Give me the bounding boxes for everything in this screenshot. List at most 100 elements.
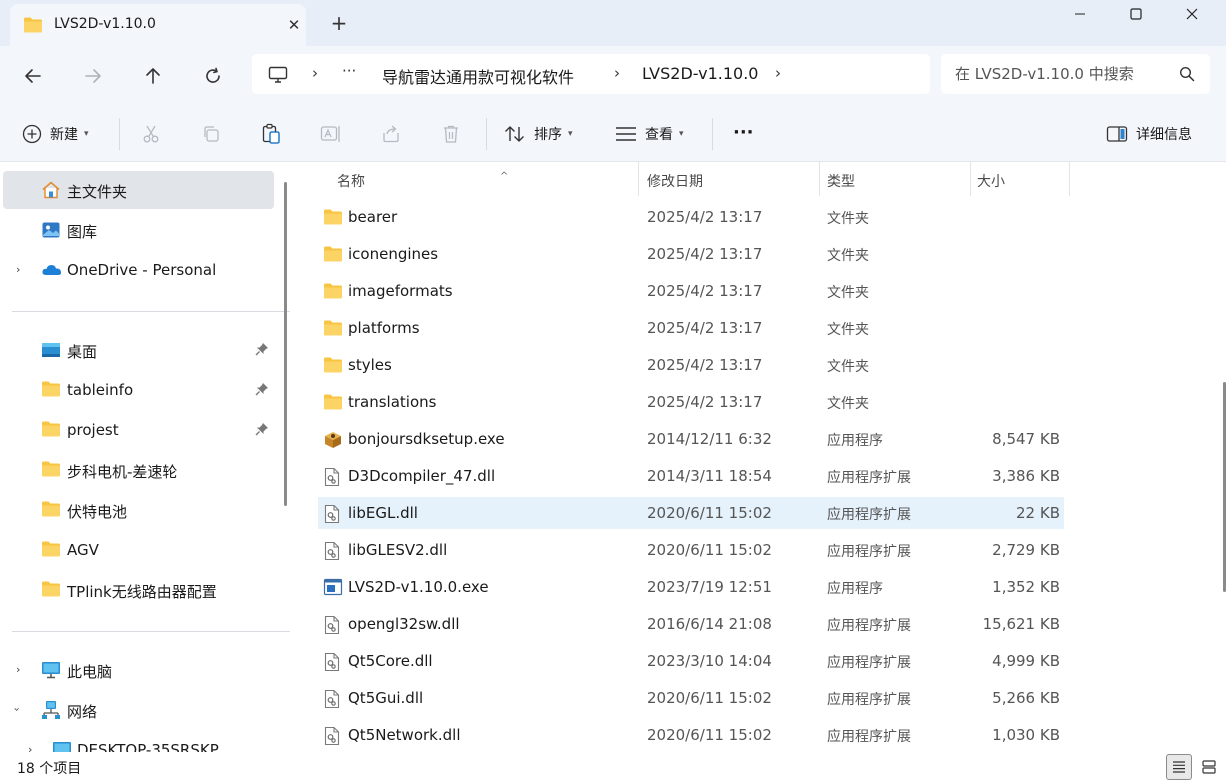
sidebar-item-desktop-pc[interactable]: › DESKTOP-35SRSKP	[0, 731, 274, 752]
minimize-button[interactable]	[1052, 0, 1108, 28]
pin-icon[interactable]	[255, 422, 269, 440]
file-type: 应用程序扩展	[827, 692, 911, 708]
view-label: 查看	[645, 127, 673, 143]
share-button[interactable]	[379, 122, 403, 146]
file-row[interactable]: platforms 2025/4/2 13:17 文件夹	[318, 312, 1064, 344]
forward-button[interactable]	[79, 62, 107, 90]
file-size: 22 KB	[1016, 504, 1060, 522]
file-row[interactable]: LVS2D-v1.10.0.exe 2023/7/19 12:51 应用程序 1,35…	[318, 571, 1064, 603]
new-tab-button[interactable]: +	[328, 12, 350, 34]
file-name: Qt5Core.dll	[348, 652, 433, 670]
search-icon[interactable]	[1179, 66, 1195, 86]
sort-button[interactable]: 排序 ▾	[504, 122, 573, 146]
maximize-icon	[1130, 8, 1142, 20]
file-row[interactable]: libGLESV2.dll 2020/6/11 15:02 应用程序扩展 2,729 …	[318, 534, 1064, 566]
file-row[interactable]: bonjoursdksetup.exe 2014/12/11 6:32 应用程序 8,…	[318, 423, 1064, 455]
arrow-right-icon	[85, 69, 101, 83]
sidebar-item-desktop[interactable]: 桌面	[0, 331, 274, 369]
desktop-icon	[41, 340, 61, 360]
folder-icon	[323, 245, 343, 265]
paste-button[interactable]	[259, 122, 283, 146]
search-input[interactable]	[955, 62, 1175, 86]
back-button[interactable]	[19, 62, 47, 90]
chevron-right-icon[interactable]: ›	[16, 263, 20, 276]
column-header-label: 大小	[977, 174, 1005, 190]
breadcrumb-separator[interactable]: ›	[775, 64, 781, 82]
file-modified: 2025/4/2 13:17	[647, 208, 763, 226]
file-list: 名称 ^ 修改日期 类型 大小 bearer 2025/4/2 13:17 文件夹 i…	[298, 162, 1226, 752]
sidebar-item-agv[interactable]: AGV	[0, 531, 274, 569]
search-box[interactable]	[941, 54, 1210, 94]
file-row[interactable]: iconengines 2025/4/2 13:17 文件夹	[318, 238, 1064, 270]
sidebar-item-onedrive[interactable]: › OneDrive - Personal	[0, 251, 274, 289]
sidebar-item-motor[interactable]: 步科电机-差速轮	[0, 451, 274, 489]
file-row[interactable]: Qt5Network.dll 2020/6/11 15:02 应用程序扩展 1,030…	[318, 719, 1064, 751]
folder-icon	[323, 393, 343, 413]
details-label: 详细信息	[1136, 127, 1192, 143]
breadcrumb-overflow[interactable]: ···	[342, 62, 356, 80]
file-row[interactable]: libEGL.dll 2020/6/11 15:02 应用程序扩展 22 KB	[318, 497, 1064, 529]
close-window-button[interactable]	[1164, 0, 1220, 28]
sidebar-item-tplink[interactable]: TPlink无线路由器配置	[0, 571, 274, 609]
folder-icon	[41, 540, 61, 560]
delete-button[interactable]	[439, 122, 463, 146]
cut-button[interactable]	[139, 122, 163, 146]
file-type: 文件夹	[827, 322, 869, 338]
address-bar[interactable]: › ··· 导航雷达通用款可视化软件 › LVS2D-v1.10.0 ›	[252, 54, 930, 94]
breadcrumb-separator[interactable]: ›	[614, 64, 620, 82]
close-tab-button[interactable]: ✕	[282, 13, 306, 37]
column-header-name[interactable]: 名称 ^	[318, 162, 638, 196]
file-row[interactable]: imageformats 2025/4/2 13:17 文件夹	[318, 275, 1064, 307]
file-row[interactable]: styles 2025/4/2 13:17 文件夹	[318, 349, 1064, 381]
more-options-button[interactable]: ···	[733, 120, 754, 144]
column-divider[interactable]	[1069, 162, 1070, 196]
details-pane-button[interactable]: 详细信息	[1106, 122, 1192, 146]
chevron-right-icon[interactable]: ›	[16, 663, 20, 676]
sidebar-item-network[interactable]: › 网络	[0, 691, 274, 729]
column-header-label: 类型	[827, 174, 855, 190]
view-button[interactable]: 查看 ▾	[615, 122, 684, 146]
sidebar-item-label: AGV	[67, 541, 99, 559]
column-header-size[interactable]: 大小	[971, 162, 1069, 196]
file-row[interactable]: opengl32sw.dll 2016/6/14 21:08 应用程序扩展 15,62…	[318, 608, 1064, 640]
sidebar-item-home[interactable]: 主文件夹	[3, 171, 274, 209]
pin-icon[interactable]	[255, 382, 269, 400]
file-name: LVS2D-v1.10.0.exe	[348, 578, 489, 596]
breadcrumb-current[interactable]: LVS2D-v1.10.0	[642, 64, 758, 83]
tab-active[interactable]: LVS2D-v1.10.0 ✕	[10, 4, 306, 46]
rename-button[interactable]	[319, 122, 343, 146]
chevron-down-icon[interactable]: ›	[11, 707, 24, 711]
tiles-view-button[interactable]	[1196, 754, 1222, 780]
sidebar-scrollbar[interactable]	[284, 182, 287, 506]
sidebar-item-battery[interactable]: 伏特电池	[0, 491, 274, 529]
copy-button[interactable]	[199, 122, 223, 146]
file-row[interactable]: translations 2025/4/2 13:17 文件夹	[318, 386, 1064, 418]
file-name: bearer	[348, 208, 398, 226]
sidebar-item-projest[interactable]: projest	[0, 411, 274, 449]
details-view-button[interactable]	[1166, 754, 1192, 780]
installer-icon	[323, 430, 343, 450]
column-header-type[interactable]: 类型	[820, 162, 970, 196]
maximize-button[interactable]	[1108, 0, 1164, 28]
chevron-right-icon[interactable]: ›	[28, 743, 32, 752]
up-button[interactable]	[139, 62, 167, 90]
file-row[interactable]: D3Dcompiler_47.dll 2014/3/11 18:54 应用程序扩展 3…	[318, 460, 1064, 492]
refresh-button[interactable]	[199, 62, 227, 90]
sidebar-item-gallery[interactable]: 图库	[0, 211, 274, 249]
breadcrumb-parent[interactable]: 导航雷达通用款可视化软件	[382, 64, 574, 88]
column-header-modified[interactable]: 修改日期	[639, 162, 819, 196]
file-name: opengl32sw.dll	[348, 615, 460, 633]
file-row[interactable]: bearer 2025/4/2 13:17 文件夹	[318, 201, 1064, 233]
file-size: 3,386 KB	[992, 467, 1060, 485]
file-row[interactable]: Qt5Core.dll 2023/3/10 14:04 应用程序扩展 4,999 KB	[318, 645, 1064, 677]
gallery-icon	[41, 220, 61, 240]
pin-icon[interactable]	[255, 342, 269, 360]
pc-icon	[268, 66, 288, 88]
sidebar-item-this-pc[interactable]: › 此电脑	[0, 651, 274, 689]
file-row[interactable]: Qt5Gui.dll 2020/6/11 15:02 应用程序扩展 5,266 KB	[318, 682, 1064, 714]
file-modified: 2020/6/11 15:02	[647, 689, 772, 707]
folder-icon	[323, 356, 343, 376]
status-bar: 18 个项目	[0, 752, 1226, 782]
new-button[interactable]: 新建 ▾	[22, 122, 89, 146]
sidebar-item-tableinfo[interactable]: tableinfo	[0, 371, 274, 409]
